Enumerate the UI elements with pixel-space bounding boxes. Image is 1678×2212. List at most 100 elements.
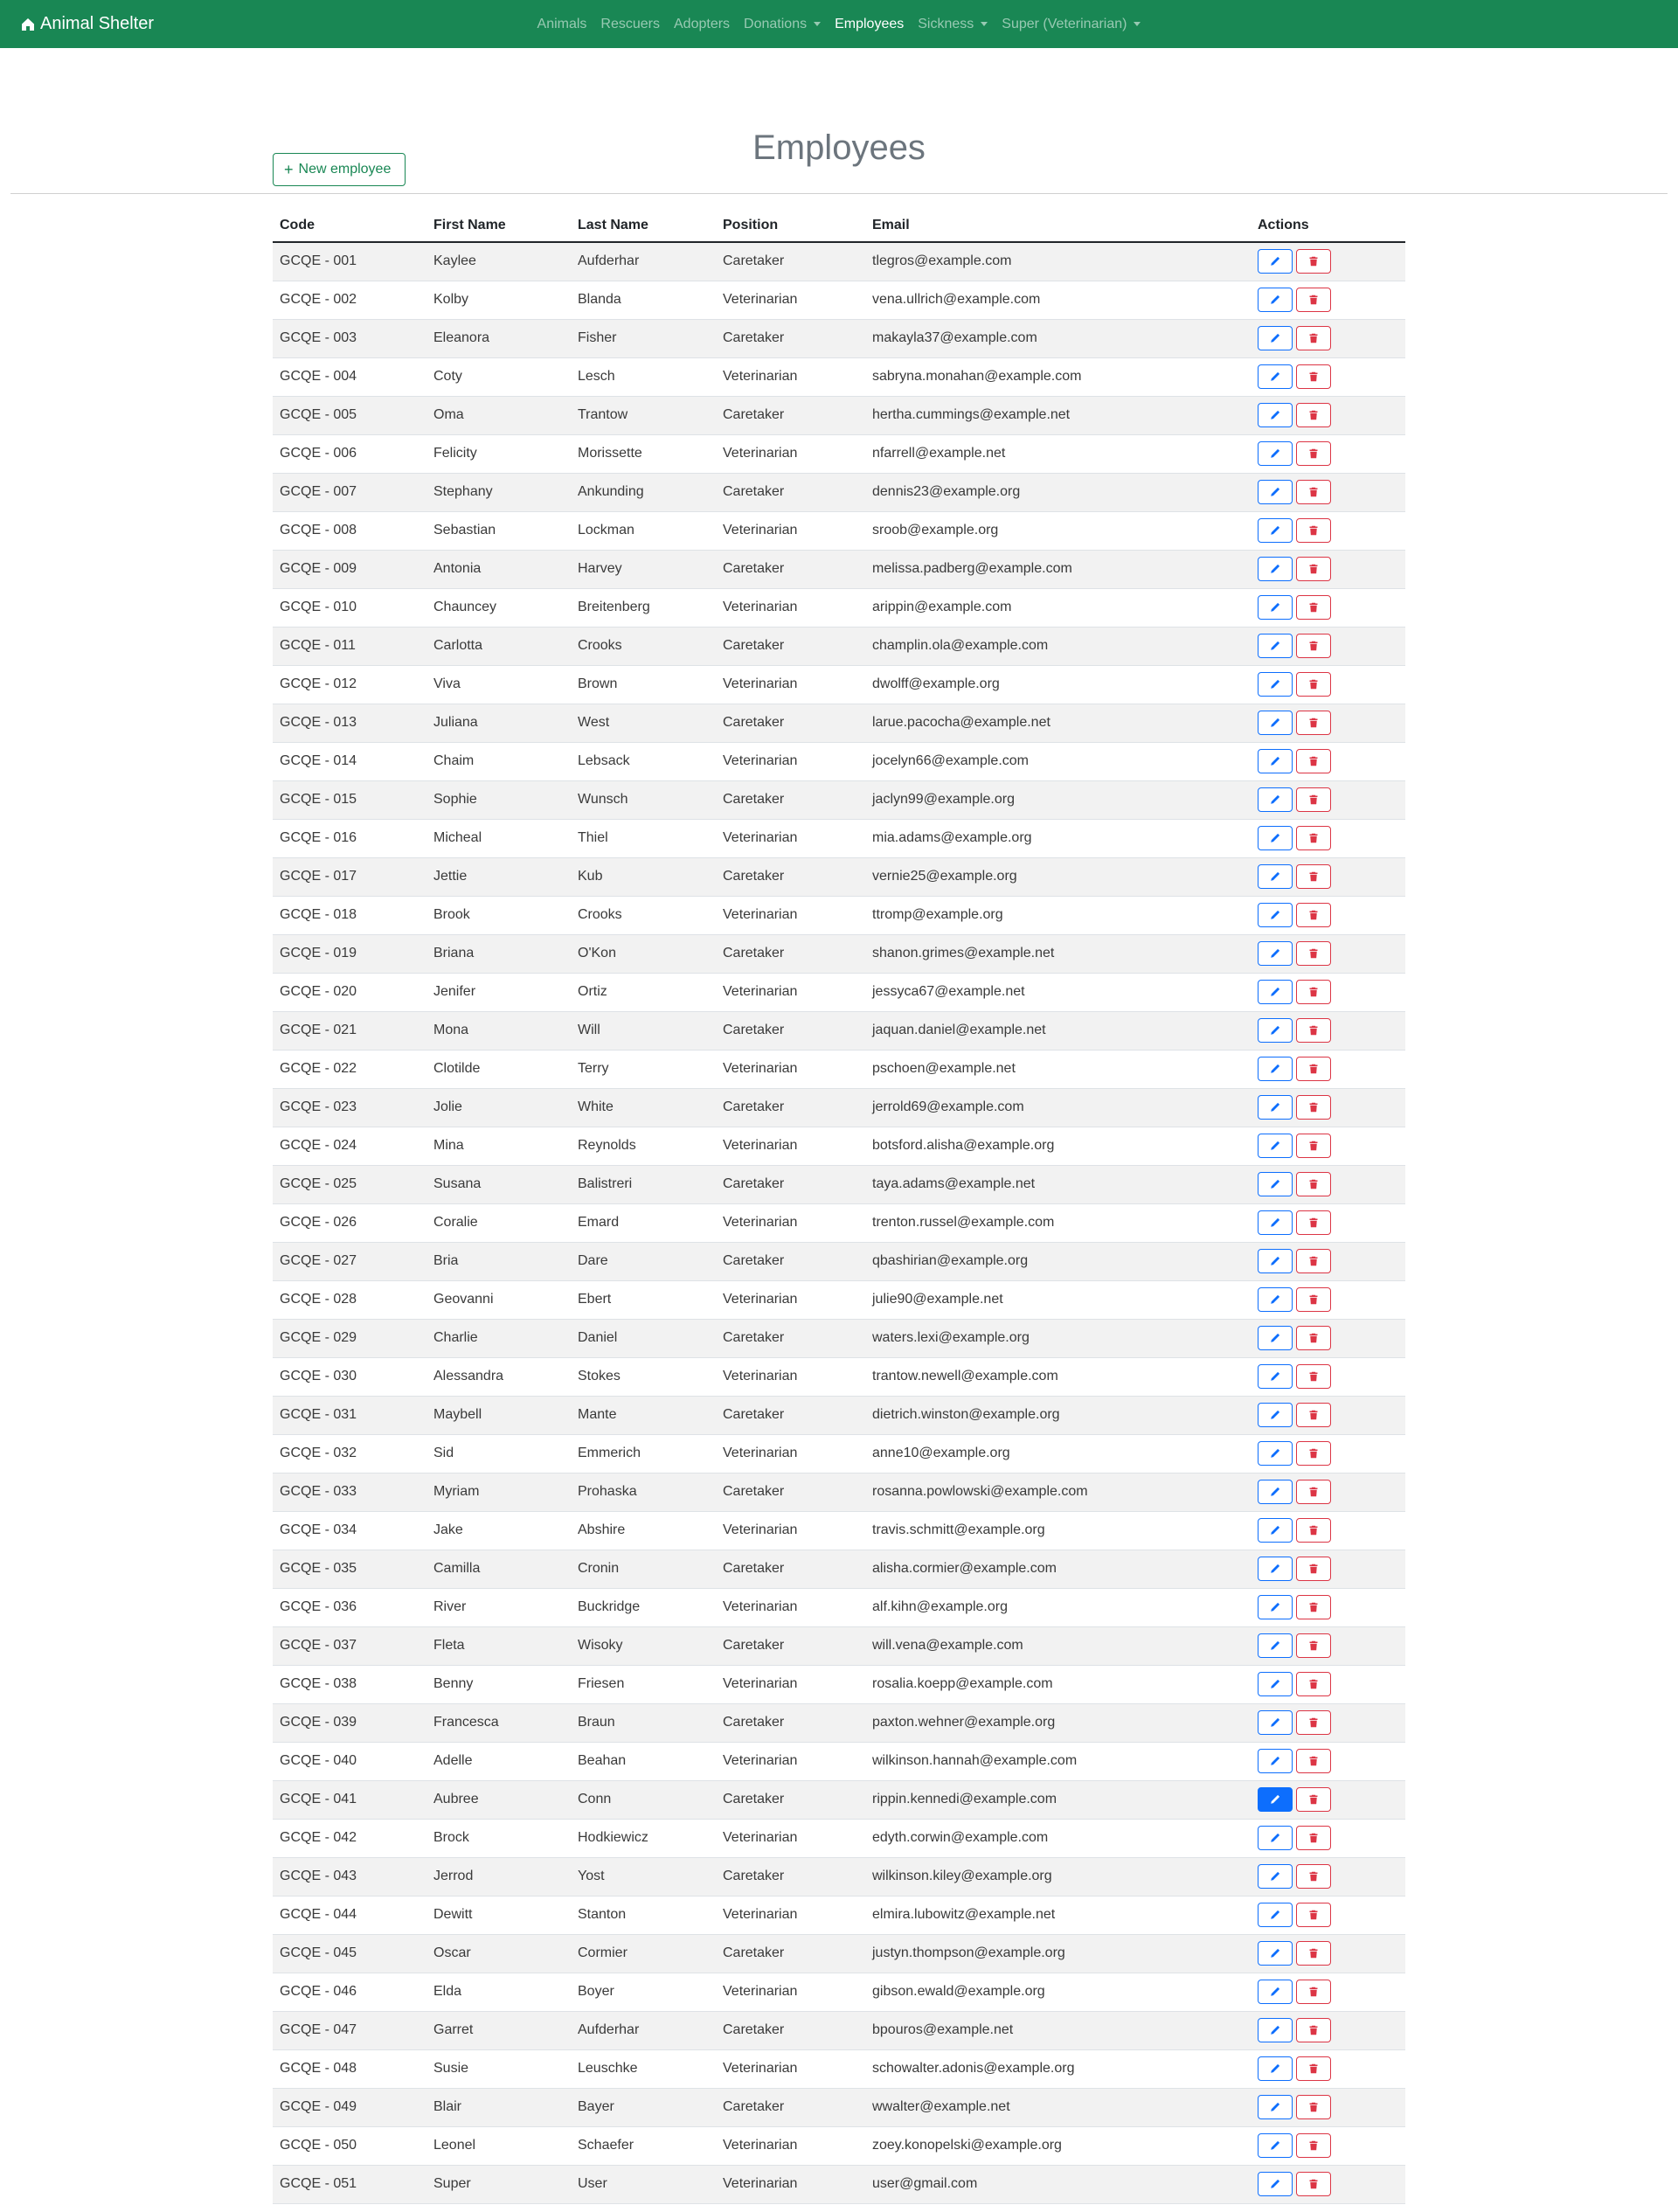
delete-button[interactable] — [1296, 903, 1331, 927]
edit-button[interactable] — [1258, 2172, 1293, 2196]
nav-item-animals[interactable]: Animals — [530, 17, 594, 32]
delete-button[interactable] — [1296, 711, 1331, 735]
nav-item-donations[interactable]: Donations — [737, 17, 828, 32]
delete-button[interactable] — [1296, 1287, 1331, 1312]
edit-button[interactable] — [1258, 249, 1293, 274]
delete-button[interactable] — [1296, 518, 1331, 543]
delete-button[interactable] — [1296, 1672, 1331, 1696]
edit-button[interactable] — [1258, 518, 1293, 543]
delete-button[interactable] — [1296, 1903, 1331, 1927]
edit-button[interactable] — [1258, 1672, 1293, 1696]
delete-button[interactable] — [1296, 1057, 1331, 1081]
edit-button[interactable] — [1258, 1057, 1293, 1081]
edit-button[interactable] — [1258, 1980, 1293, 2004]
delete-button[interactable] — [1296, 1864, 1331, 1889]
delete-button[interactable] — [1296, 672, 1331, 697]
edit-button[interactable] — [1258, 1557, 1293, 1581]
edit-button[interactable] — [1258, 1518, 1293, 1543]
edit-button[interactable] — [1258, 1441, 1293, 1466]
edit-button[interactable] — [1258, 480, 1293, 504]
delete-button[interactable] — [1296, 480, 1331, 504]
delete-button[interactable] — [1296, 1941, 1331, 1966]
delete-button[interactable] — [1296, 1749, 1331, 1773]
edit-button[interactable] — [1258, 2133, 1293, 2158]
delete-button[interactable] — [1296, 1134, 1331, 1158]
edit-button[interactable] — [1258, 634, 1293, 658]
delete-button[interactable] — [1296, 1480, 1331, 1504]
edit-button[interactable] — [1258, 1172, 1293, 1196]
delete-button[interactable] — [1296, 980, 1331, 1004]
new-employee-button[interactable]: + New employee — [273, 153, 406, 186]
delete-button[interactable] — [1296, 1210, 1331, 1235]
edit-button[interactable] — [1258, 749, 1293, 773]
edit-button[interactable] — [1258, 1749, 1293, 1773]
edit-button[interactable] — [1258, 1480, 1293, 1504]
delete-button[interactable] — [1296, 1826, 1331, 1850]
delete-button[interactable] — [1296, 1441, 1331, 1466]
delete-button[interactable] — [1296, 1403, 1331, 1427]
edit-button[interactable] — [1258, 1403, 1293, 1427]
delete-button[interactable] — [1296, 288, 1331, 312]
edit-button[interactable] — [1258, 1787, 1293, 1812]
edit-button[interactable] — [1258, 826, 1293, 850]
edit-button[interactable] — [1258, 2095, 1293, 2119]
delete-button[interactable] — [1296, 941, 1331, 966]
delete-button[interactable] — [1296, 1326, 1331, 1350]
delete-button[interactable] — [1296, 1633, 1331, 1658]
delete-button[interactable] — [1296, 864, 1331, 889]
nav-item-rescuers[interactable]: Rescuers — [593, 17, 667, 32]
nav-item-sickness[interactable]: Sickness — [911, 17, 995, 32]
edit-button[interactable] — [1258, 1134, 1293, 1158]
delete-button[interactable] — [1296, 2133, 1331, 2158]
delete-button[interactable] — [1296, 2095, 1331, 2119]
edit-button[interactable] — [1258, 711, 1293, 735]
edit-button[interactable] — [1258, 1095, 1293, 1120]
edit-button[interactable] — [1258, 1018, 1293, 1043]
delete-button[interactable] — [1296, 1095, 1331, 1120]
edit-button[interactable] — [1258, 980, 1293, 1004]
edit-button[interactable] — [1258, 364, 1293, 389]
delete-button[interactable] — [1296, 1710, 1331, 1735]
edit-button[interactable] — [1258, 1633, 1293, 1658]
edit-button[interactable] — [1258, 1210, 1293, 1235]
edit-button[interactable] — [1258, 1364, 1293, 1389]
nav-item-employees[interactable]: Employees — [828, 17, 911, 32]
edit-button[interactable] — [1258, 1249, 1293, 1273]
edit-button[interactable] — [1258, 1864, 1293, 1889]
delete-button[interactable] — [1296, 826, 1331, 850]
delete-button[interactable] — [1296, 1249, 1331, 1273]
delete-button[interactable] — [1296, 403, 1331, 427]
edit-button[interactable] — [1258, 288, 1293, 312]
nav-item-adopters[interactable]: Adopters — [667, 17, 737, 32]
edit-button[interactable] — [1258, 1826, 1293, 1850]
edit-button[interactable] — [1258, 864, 1293, 889]
edit-button[interactable] — [1258, 1326, 1293, 1350]
delete-button[interactable] — [1296, 2172, 1331, 2196]
delete-button[interactable] — [1296, 1172, 1331, 1196]
delete-button[interactable] — [1296, 1557, 1331, 1581]
delete-button[interactable] — [1296, 364, 1331, 389]
edit-button[interactable] — [1258, 941, 1293, 966]
delete-button[interactable] — [1296, 749, 1331, 773]
delete-button[interactable] — [1296, 1595, 1331, 1619]
edit-button[interactable] — [1258, 595, 1293, 620]
edit-button[interactable] — [1258, 1710, 1293, 1735]
delete-button[interactable] — [1296, 1364, 1331, 1389]
edit-button[interactable] — [1258, 672, 1293, 697]
edit-button[interactable] — [1258, 403, 1293, 427]
edit-button[interactable] — [1258, 441, 1293, 466]
delete-button[interactable] — [1296, 634, 1331, 658]
delete-button[interactable] — [1296, 441, 1331, 466]
delete-button[interactable] — [1296, 2018, 1331, 2042]
edit-button[interactable] — [1258, 326, 1293, 350]
delete-button[interactable] — [1296, 2056, 1331, 2081]
delete-button[interactable] — [1296, 595, 1331, 620]
edit-button[interactable] — [1258, 1903, 1293, 1927]
edit-button[interactable] — [1258, 1595, 1293, 1619]
edit-button[interactable] — [1258, 1941, 1293, 1966]
delete-button[interactable] — [1296, 557, 1331, 581]
delete-button[interactable] — [1296, 249, 1331, 274]
delete-button[interactable] — [1296, 1018, 1331, 1043]
delete-button[interactable] — [1296, 1980, 1331, 2004]
delete-button[interactable] — [1296, 1518, 1331, 1543]
